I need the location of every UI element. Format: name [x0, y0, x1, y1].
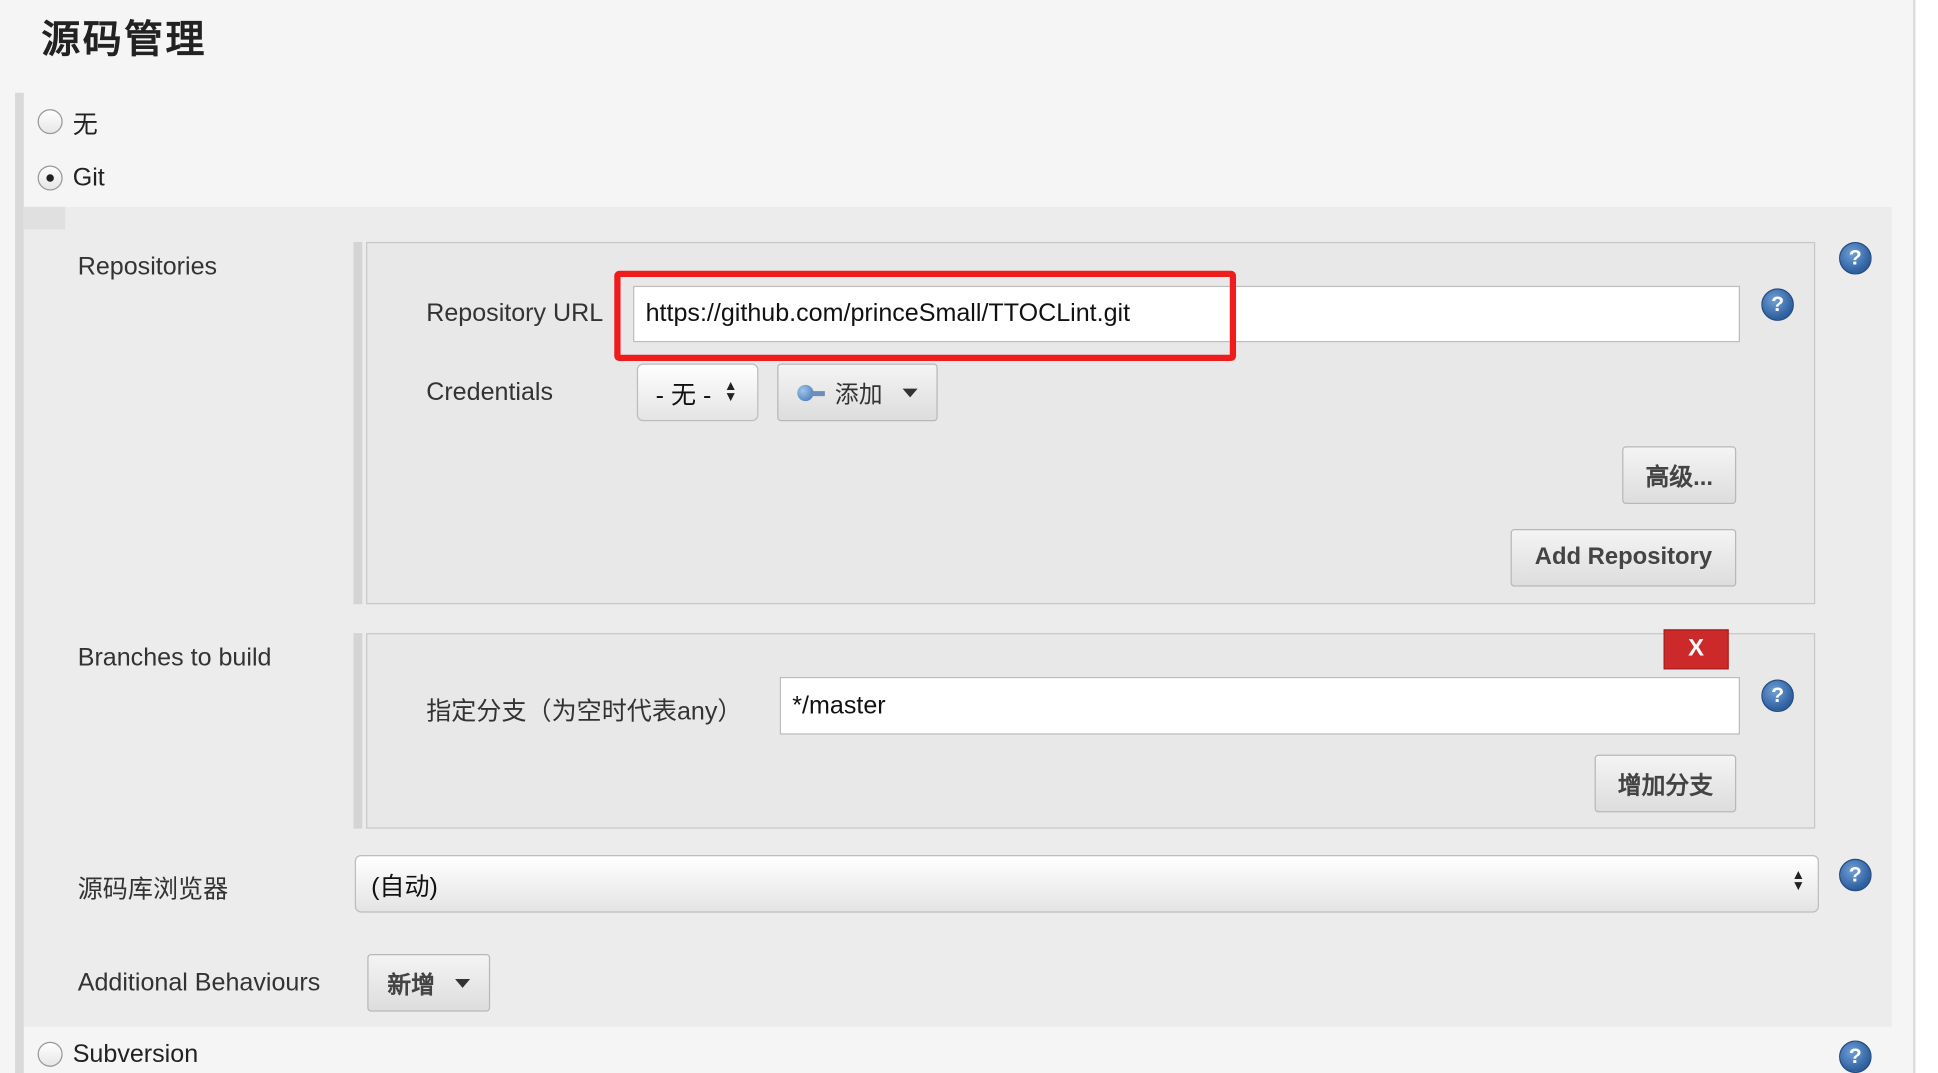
select-arrows-icon: ▲ ▼	[1791, 867, 1806, 894]
add-behaviour-label: 新增	[387, 972, 435, 999]
scm-option-git[interactable]: Git	[37, 159, 105, 197]
radio-subversion[interactable]	[37, 1041, 63, 1067]
add-repository-button[interactable]: Add Repository	[1510, 529, 1737, 587]
repositories-label: Repositories	[77, 253, 218, 281]
key-icon	[797, 384, 825, 402]
repo-browser-selected: (自动)	[371, 873, 438, 901]
branches-label: Branches to build	[77, 644, 272, 672]
scm-option-subversion[interactable]: Subversion	[37, 1035, 199, 1073]
add-behaviour-button[interactable]: 新增	[367, 953, 491, 1012]
radio-git[interactable]	[37, 165, 63, 191]
repo-browser-help-icon[interactable]: ?	[1839, 858, 1872, 892]
repo-browser-label: 源码库浏览器	[77, 876, 229, 904]
advanced-button[interactable]: 高级...	[1622, 446, 1737, 504]
repository-url-help-icon[interactable]: ?	[1761, 288, 1794, 321]
chevron-down-icon	[902, 387, 918, 397]
add-credentials-button[interactable]: 添加	[777, 363, 938, 422]
add-branch-button[interactable]: 增加分支	[1594, 754, 1737, 813]
scm-option-none[interactable]: 无	[37, 103, 98, 141]
repositories-help-icon[interactable]: ?	[1839, 241, 1872, 275]
branch-specifier-help-icon[interactable]: ?	[1761, 679, 1794, 713]
branches-stripe	[353, 633, 363, 829]
credentials-selected: - 无 -	[655, 381, 712, 410]
url-highlight-box	[614, 270, 1237, 362]
page-title: 源码管理	[41, 17, 207, 62]
radio-none[interactable]	[37, 109, 63, 135]
radio-none-label: 无	[72, 110, 98, 139]
chevron-down-icon	[455, 978, 471, 988]
select-arrows-icon: ▲ ▼	[723, 378, 738, 405]
radio-git-label: Git	[72, 163, 105, 192]
add-credentials-label: 添加	[834, 381, 883, 409]
branch-specifier-input[interactable]: */master	[779, 676, 1740, 735]
radio-subversion-label: Subversion	[72, 1039, 199, 1068]
git-block-cap	[23, 206, 66, 230]
repo-browser-select[interactable]: (自动) ▲ ▼	[354, 854, 1819, 913]
credentials-select[interactable]: - 无 - ▲ ▼	[636, 363, 759, 422]
section-left-bar	[15, 92, 24, 1073]
branch-specifier-label: 指定分支（为空时代表any）	[426, 698, 743, 726]
subversion-help-icon[interactable]: ?	[1839, 1040, 1872, 1073]
repositories-stripe	[353, 241, 363, 605]
credentials-label: Credentials	[426, 378, 554, 407]
additional-behaviours-label: Additional Behaviours	[77, 969, 321, 997]
delete-branch-button[interactable]: X	[1663, 629, 1729, 670]
repository-url-label: Repository URL	[426, 299, 604, 328]
